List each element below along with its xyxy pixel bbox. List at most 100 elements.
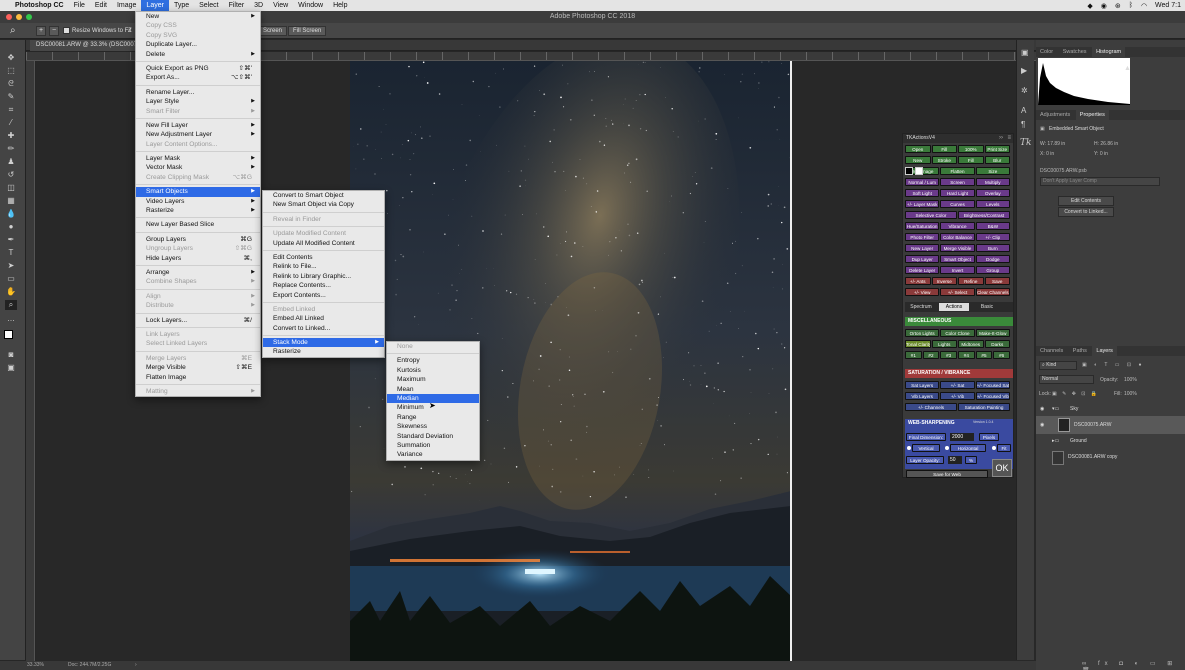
tk-button-save[interactable]: Save [984, 277, 1010, 285]
tab-histogram[interactable]: Histogram [1092, 47, 1126, 57]
zoom-tool-icon[interactable]: ⌕ [5, 300, 17, 310]
tk-button-6[interactable]: #6 [993, 351, 1010, 359]
prop-width[interactable]: W: 17.89 in [1040, 141, 1065, 147]
menu-window[interactable]: Window [293, 0, 328, 11]
layer-menu-item-hide-layers[interactable]: Hide Layers ⌘, [136, 254, 260, 263]
tab-channels[interactable]: Channels [1036, 346, 1067, 356]
tk-button-multiply[interactable]: Multiply [975, 178, 1010, 186]
layer-menu-item-video-layers[interactable]: Video Layers ▶ [136, 197, 260, 206]
tk-button-inverse[interactable]: Inverse [931, 277, 957, 285]
layer-comp-select[interactable]: Don't Apply Layer Comp [1040, 177, 1160, 186]
smart-menu-item-rasterize[interactable]: Rasterize [263, 347, 384, 356]
smart-menu-item-convert-to-linked[interactable]: Convert to Linked... [263, 324, 384, 333]
minimize-window-icon[interactable] [16, 14, 22, 20]
smart-menu-item-relink-to-file[interactable]: Relink to File... [263, 262, 384, 271]
filter-kind-select[interactable]: ⌕ Kind [1039, 361, 1077, 370]
paragraph-panel-icon[interactable]: ¶ [1021, 120, 1025, 129]
marquee-tool-icon[interactable]: ⬚ [5, 66, 17, 76]
menu-select[interactable]: Select [194, 0, 223, 11]
stack-menu-item-mean[interactable]: Mean [387, 385, 479, 394]
smart-menu-item-update-all-modified-content[interactable]: Update All Modified Content [263, 239, 384, 248]
fill-screen-button[interactable]: Fill Screen [288, 26, 327, 36]
tk-button-1[interactable]: #1 [905, 351, 922, 359]
type-tool-icon[interactable]: T [5, 248, 17, 258]
tk-button-b-w[interactable]: B&W [975, 222, 1010, 230]
tk-button-soft-light[interactable]: Soft Light [905, 189, 940, 197]
layer-menu-item-layer-style[interactable]: Layer Style ▶ [136, 97, 260, 106]
clock[interactable]: Wed 7:1 [1155, 2, 1181, 9]
eyedropper-tool-icon[interactable]: ⁄ [5, 118, 17, 128]
smart-menu-item-stack-mode[interactable]: Stack Mode ▶ [263, 338, 384, 348]
menu-3d[interactable]: 3D [249, 0, 268, 11]
tk-button-channels[interactable]: +/- Channels [905, 403, 957, 411]
layer-menu-item-group-layers[interactable]: Group Layers ⌘G [136, 235, 260, 244]
eye-icon[interactable]: ◉ [1040, 402, 1044, 416]
bluetooth-icon[interactable]: ᛒ [1129, 2, 1133, 9]
quick-mask-icon[interactable]: ◙ [5, 350, 17, 360]
smart-menu-item-convert-to-smart-object[interactable]: Convert to Smart Object [263, 191, 384, 200]
tk-panel-icon[interactable]: Tk [1020, 138, 1031, 148]
fit-radio[interactable] [992, 446, 996, 450]
layer-menu-item-new-fill-layer[interactable]: New Fill Layer ▶ [136, 121, 260, 130]
stack-menu-item-standard-deviation[interactable]: Standard Deviation [387, 432, 479, 441]
blend-mode-select[interactable]: Normal [1039, 375, 1094, 384]
horizontal-radio[interactable] [945, 446, 949, 450]
fill-value[interactable]: 100% [1124, 391, 1137, 397]
tk-button-5[interactable]: #5 [975, 351, 993, 359]
screen-button[interactable]: Screen [258, 26, 288, 36]
blur-tool-icon[interactable]: 💧 [5, 209, 17, 219]
filter-icons[interactable]: ▣ ◐ T ▭ ⊡ ● [1082, 362, 1145, 368]
tk-black-swatch[interactable] [905, 167, 913, 175]
layer-menu-item-vector-mask[interactable]: Vector Mask ▶ [136, 163, 260, 172]
layer-menu-item-delete[interactable]: Delete ▶ [136, 50, 260, 59]
menu-file[interactable]: File [69, 0, 90, 11]
tk-button-brightness-contrast[interactable]: Brightness/Contrast [958, 211, 1010, 219]
edit-contents-button[interactable]: Edit Contents [1058, 196, 1114, 206]
tk-tab-basic[interactable]: Basic [972, 303, 1002, 311]
tk-button-curves[interactable]: Curves [940, 200, 975, 208]
tk-button-flatten[interactable]: Flatten [940, 167, 975, 175]
layer-menu-item-export-as[interactable]: Export As... ⌥⇧⌘' [136, 73, 260, 82]
zoom-out-icon[interactable]: − [49, 26, 59, 36]
layer-menu-item-lock-layers[interactable]: Lock Layers... ⌘/ [136, 316, 260, 325]
move-tool-icon[interactable]: ✥ [5, 53, 17, 63]
prop-x[interactable]: X: 0 in [1040, 151, 1054, 157]
shape-tool-icon[interactable]: ▭ [5, 274, 17, 284]
dodge-tool-icon[interactable]: ● [5, 222, 17, 232]
eraser-tool-icon[interactable]: ◫ [5, 183, 17, 193]
tk-button-dup-layer[interactable]: Dup Layer [905, 255, 940, 263]
tk-button-new[interactable]: New [905, 156, 931, 164]
lasso-tool-icon[interactable]: ᘓ [5, 79, 17, 89]
tk-button-blur[interactable]: Blur [984, 156, 1010, 164]
smart-menu-item-edit-contents[interactable]: Edit Contents [263, 253, 384, 262]
brush-settings-icon[interactable]: ✲ [1021, 86, 1028, 95]
tk-button-orton-lights[interactable]: Orton Lights [905, 329, 940, 337]
character-panel-icon[interactable]: A [1021, 106, 1026, 115]
layer-row[interactable]: ◉ ▾▭ Sky [1036, 402, 1185, 416]
tk-button-dodge[interactable]: Dodge [975, 255, 1010, 263]
opacity-value[interactable]: 100% [1124, 377, 1137, 383]
tk-button-new-layer[interactable]: New Layer [905, 244, 940, 252]
tk-button-focused-sat[interactable]: +/- Focused Sat [975, 381, 1010, 389]
tk-button-color-clone[interactable]: Color Clone [940, 329, 975, 337]
tk-button-photo-filter[interactable]: Photo Filter [905, 233, 940, 241]
tk-button-color-balance[interactable]: Color Balance [940, 233, 975, 241]
final-dimension-input[interactable]: 2000 [950, 433, 974, 441]
layer-menu-item-new[interactable]: New ▶ [136, 12, 260, 21]
crop-tool-icon[interactable]: ⌗ [5, 105, 17, 115]
tk-button-delete-layer[interactable]: Delete Layer [905, 266, 940, 274]
stack-menu-item-variance[interactable]: Variance [387, 450, 479, 459]
tk-button-hard-light[interactable]: Hard Light [940, 189, 975, 197]
layer-menu-item-flatten-image[interactable]: Flatten Image [136, 373, 260, 382]
tab-color[interactable]: Color [1036, 47, 1057, 57]
tk-button-refine[interactable]: Refine [958, 277, 984, 285]
tk-white-swatch[interactable] [915, 167, 923, 175]
hand-tool-icon[interactable]: ✋ [5, 287, 17, 297]
tk-button-tonal-clarity[interactable]: Tonal Clarity [905, 340, 931, 348]
tk-button-100[interactable]: 100% [958, 145, 984, 153]
play-actions-icon[interactable]: ▶ [1021, 66, 1027, 75]
layer-menu-item-smart-objects[interactable]: Smart Objects ▶ [136, 187, 260, 197]
smart-menu-item-new-smart-object-via-copy[interactable]: New Smart Object via Copy [263, 200, 384, 209]
menu-edit[interactable]: Edit [90, 0, 112, 11]
layer-row[interactable]: DSC00081.ARW copy [1036, 450, 1185, 466]
